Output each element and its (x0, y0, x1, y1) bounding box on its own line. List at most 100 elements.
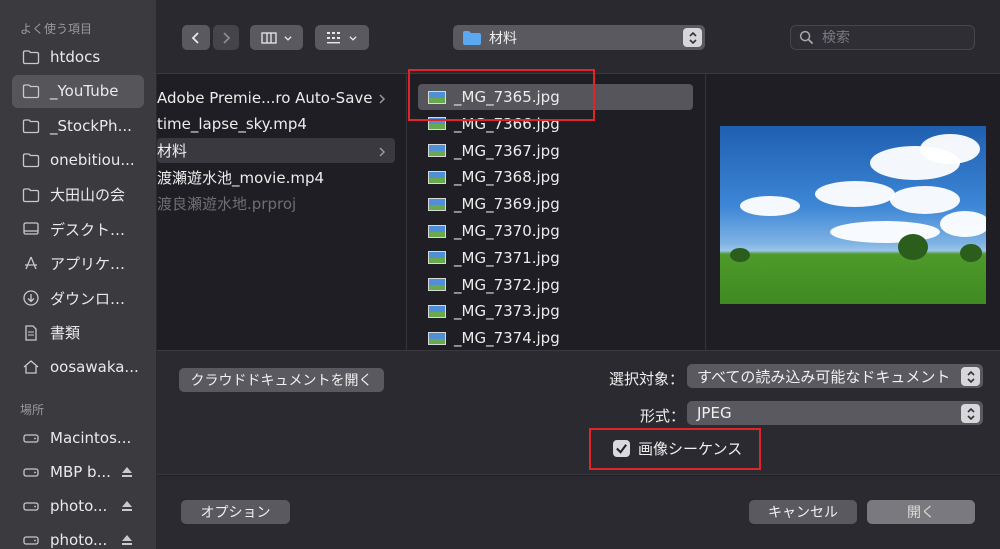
search-input[interactable] (822, 29, 962, 46)
file-item[interactable]: _MG_7370.jpg (418, 218, 693, 244)
stepper-icon (961, 367, 980, 386)
sidebar-item[interactable]: _StockPh... (12, 109, 144, 142)
sidebar-item[interactable]: ダウンロ… (12, 282, 144, 315)
favorites-heading: よく使う項目 (20, 22, 93, 36)
options-panel: クラウドドキュメントを開く 選択対象： すべての読み込み可能なドキュメント 形式… (157, 350, 1000, 475)
image-file-icon (428, 278, 446, 292)
stepper-icon (683, 28, 702, 47)
file-item-label: _MG_7371.jpg (454, 248, 560, 267)
sidebar-item[interactable]: onebitiou... (12, 144, 144, 177)
disk-icon (21, 496, 41, 516)
sidebar-item-label: MBP b... (50, 462, 111, 481)
format-value: JPEG (697, 404, 732, 422)
sidebar-item[interactable]: 書類 (12, 316, 144, 349)
path-label: 材料 (489, 30, 517, 47)
column-item[interactable]: Adobe Premie...ro Auto-Save (157, 85, 395, 110)
file-item-label: _MG_7374.jpg (454, 329, 560, 348)
path-popup[interactable]: 材料 (453, 25, 705, 50)
eject-icon[interactable] (120, 464, 134, 478)
chevron-right-icon (377, 144, 387, 157)
image-file-icon (428, 331, 446, 345)
column-item[interactable]: 渡瀬遊水池_movie.mp4 (157, 165, 395, 190)
file-item-label: _MG_7367.jpg (454, 141, 560, 160)
chevron-down-icon (283, 35, 292, 41)
chevron-right-icon (223, 31, 231, 44)
image-file-icon (428, 197, 446, 211)
file-item[interactable]: _MG_7374.jpg (418, 325, 693, 350)
file-item-label: _MG_7370.jpg (454, 222, 560, 240)
search-field[interactable] (790, 25, 975, 50)
column-item-label: 渡良瀬遊水地.prproj (157, 195, 297, 213)
applications-icon (21, 254, 41, 274)
main-panel: 材料 Adobe Premie...ro Auto-Save time_lapse… (157, 0, 1000, 549)
disk-icon (21, 530, 41, 549)
sidebar-item-label: _YouTube (50, 82, 119, 100)
sidebar-item[interactable]: MBP b... (12, 455, 144, 488)
image-file-icon (428, 251, 446, 265)
cancel-button[interactable]: キャンセル (749, 500, 857, 524)
column-item-label: Adobe Premie...ro Auto-Save (157, 88, 373, 107)
file-item[interactable]: _MG_7368.jpg (418, 164, 693, 190)
sidebar-item[interactable]: _YouTube (12, 74, 144, 108)
sidebar-item[interactable]: photo... (12, 523, 144, 549)
image-preview (720, 126, 986, 304)
column-item-label: 渡瀬遊水池_movie.mp4 (157, 168, 325, 187)
eject-icon[interactable] (120, 498, 134, 512)
sidebar-item[interactable]: アプリケ… (12, 247, 144, 280)
sidebar-item-label: oosawaka... (50, 358, 139, 376)
image-file-icon (428, 304, 446, 318)
back-button[interactable] (182, 25, 210, 50)
file-item-label: _MG_7372.jpg (454, 275, 560, 294)
columns-view-icon (260, 31, 277, 44)
file-item[interactable]: _MG_7372.jpg (418, 272, 693, 298)
file-item[interactable]: _MG_7367.jpg (418, 138, 693, 164)
folder-icon (463, 30, 481, 45)
sidebar-item-label: htdocs (50, 47, 101, 66)
open-button[interactable]: 開く (867, 500, 975, 524)
column-item[interactable]: 渡良瀬遊水地.prproj (157, 191, 395, 216)
image-file-icon (428, 224, 446, 238)
download-icon (21, 288, 41, 308)
format-label: 形式： (640, 407, 686, 425)
sidebar-item[interactable]: oosawaka... (12, 351, 144, 384)
forward-button[interactable] (213, 25, 239, 50)
locations-heading: 場所 (20, 403, 45, 417)
sidebar-item-label: onebitiou... (50, 151, 135, 169)
sidebar: よく使う項目 htdocs _YouTube _StockPh... onebitio… (0, 0, 157, 549)
folder-icon (21, 150, 41, 170)
file-item[interactable]: _MG_7369.jpg (418, 191, 693, 217)
sidebar-item[interactable]: デスクト… (12, 213, 144, 246)
search-icon (799, 30, 814, 45)
sidebar-item[interactable]: Macintos... (12, 421, 144, 454)
bottom-bar: オプション キャンセル 開く (157, 476, 1000, 549)
options-button[interactable]: オプション (181, 500, 290, 524)
folder-icon (21, 81, 41, 101)
sidebar-item[interactable]: photo... (12, 489, 144, 522)
format-select[interactable]: JPEG (687, 401, 983, 425)
column-item[interactable]: time_lapse_sky.mp4 (157, 112, 395, 137)
group-button[interactable] (315, 25, 369, 50)
cloud-documents-button[interactable]: クラウドドキュメントを開く (179, 368, 384, 392)
grid-icon (327, 31, 340, 43)
chevron-left-icon (191, 31, 199, 44)
stepper-icon (961, 404, 980, 423)
sidebar-item-label: アプリケ… (50, 255, 126, 273)
sidebar-item-label: photo... (50, 496, 108, 515)
disk-icon (21, 462, 41, 482)
sidebar-item[interactable]: htdocs (12, 40, 144, 73)
highlight-box-checkbox (589, 428, 761, 470)
sidebar-item-label: _StockPh... (50, 116, 132, 135)
file-item-label: _MG_7373.jpg (454, 302, 560, 321)
folder-icon (21, 47, 41, 67)
column-item-label: 材料 (157, 142, 188, 160)
enable-select[interactable]: すべての読み込み可能なドキュメント (687, 364, 983, 388)
view-mode-button[interactable] (250, 25, 303, 50)
sidebar-item[interactable]: 大田山の会 (12, 178, 144, 211)
desktop-icon (21, 219, 41, 239)
file-item[interactable]: _MG_7371.jpg (418, 245, 693, 271)
document-icon (21, 323, 41, 343)
column-browser-1: Adobe Premie...ro Auto-Save time_lapse_sk… (157, 74, 407, 350)
column-item[interactable]: 材料 (157, 138, 395, 163)
file-item[interactable]: _MG_7373.jpg (418, 298, 693, 324)
eject-icon[interactable] (120, 532, 134, 546)
